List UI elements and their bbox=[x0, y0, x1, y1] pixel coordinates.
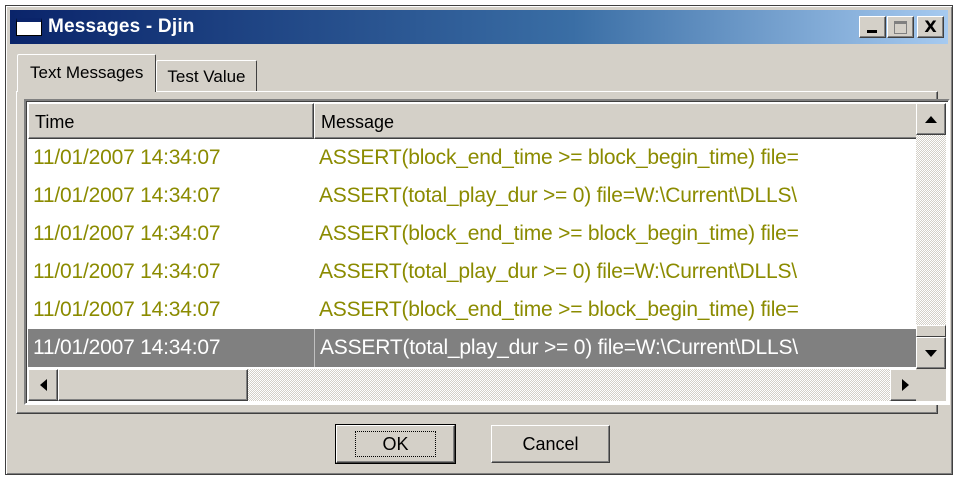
arrow-left-icon bbox=[39, 379, 47, 391]
maximize-button[interactable] bbox=[887, 16, 914, 38]
time-cell: 11/01/2007 14:34:07 bbox=[33, 298, 221, 321]
time-cell: 11/01/2007 14:34:07 bbox=[33, 146, 221, 169]
message-cell: ASSERT(block_end_time >= block_begin_tim… bbox=[319, 146, 799, 169]
tab-strip: Text Messages Test Value bbox=[17, 52, 257, 92]
time-cell: 11/01/2007 14:34:07 bbox=[33, 222, 221, 245]
title-bar[interactable]: Messages - Djin X bbox=[10, 10, 948, 44]
table-row-selected[interactable]: 11/01/2007 14:34:07 ASSERT(total_play_du… bbox=[28, 329, 920, 367]
column-header-message[interactable]: Message bbox=[314, 103, 920, 139]
message-cell: ASSERT(total_play_dur >= 0) file=W:\Curr… bbox=[319, 184, 797, 207]
time-cell: 11/01/2007 14:34:07 bbox=[33, 184, 221, 207]
tab-text-messages[interactable]: Text Messages bbox=[17, 54, 157, 92]
time-cell: 11/01/2007 14:34:07 bbox=[33, 260, 221, 283]
close-button[interactable]: X bbox=[917, 16, 944, 38]
message-cell: ASSERT(block_end_time >= block_begin_tim… bbox=[319, 298, 799, 321]
scroll-left-button[interactable] bbox=[28, 369, 58, 401]
scroll-down-button[interactable] bbox=[916, 337, 946, 369]
arrow-down-icon bbox=[925, 349, 937, 357]
window-controls: X bbox=[858, 16, 944, 38]
messages-list[interactable]: Time Message 11/01/2007 14:34:07 ASSERT(… bbox=[24, 99, 950, 405]
vertical-scroll-thumb[interactable] bbox=[916, 325, 946, 337]
table-row[interactable]: 11/01/2007 14:34:07 ASSERT(block_end_tim… bbox=[28, 215, 920, 253]
arrow-up-icon bbox=[925, 115, 937, 123]
message-cell: ASSERT(block_end_time >= block_begin_tim… bbox=[319, 222, 799, 245]
tab-test-value[interactable]: Test Value bbox=[156, 60, 257, 92]
table-row[interactable]: 11/01/2007 14:34:07 ASSERT(total_play_du… bbox=[28, 253, 920, 291]
cancel-button-label: Cancel bbox=[522, 433, 579, 454]
arrow-right-icon bbox=[901, 379, 909, 391]
table-row[interactable]: 11/01/2007 14:34:07 ASSERT(block_end_tim… bbox=[28, 139, 920, 177]
cancel-button[interactable]: Cancel bbox=[491, 425, 610, 463]
horizontal-scroll-thumb[interactable] bbox=[58, 369, 248, 401]
time-cell: 11/01/2007 14:34:07 bbox=[28, 329, 314, 367]
vertical-scrollbar[interactable] bbox=[916, 103, 946, 369]
scroll-up-button[interactable] bbox=[916, 103, 946, 135]
vertical-scroll-track[interactable] bbox=[916, 135, 946, 337]
ok-button-label: OK bbox=[355, 431, 436, 457]
horizontal-scrollbar[interactable] bbox=[28, 369, 920, 401]
window-icon bbox=[16, 18, 42, 36]
message-cell: ASSERT(total_play_dur >= 0) file=W:\Curr… bbox=[319, 260, 797, 283]
column-header-time[interactable]: Time bbox=[28, 103, 314, 139]
minimize-button[interactable] bbox=[859, 16, 886, 38]
table-row[interactable]: 11/01/2007 14:34:07 ASSERT(block_end_tim… bbox=[28, 291, 920, 329]
table-row[interactable]: 11/01/2007 14:34:07 ASSERT(total_play_du… bbox=[28, 177, 920, 215]
list-rows: 11/01/2007 14:34:07 ASSERT(block_end_tim… bbox=[28, 139, 920, 367]
window-title: Messages - Djin bbox=[48, 16, 195, 37]
list-header: Time Message bbox=[28, 103, 920, 139]
scrollbar-corner bbox=[916, 369, 946, 401]
ok-button[interactable]: OK bbox=[335, 424, 456, 464]
message-cell: ASSERT(total_play_dur >= 0) file=W:\Curr… bbox=[314, 329, 920, 367]
close-icon: X bbox=[924, 17, 937, 36]
